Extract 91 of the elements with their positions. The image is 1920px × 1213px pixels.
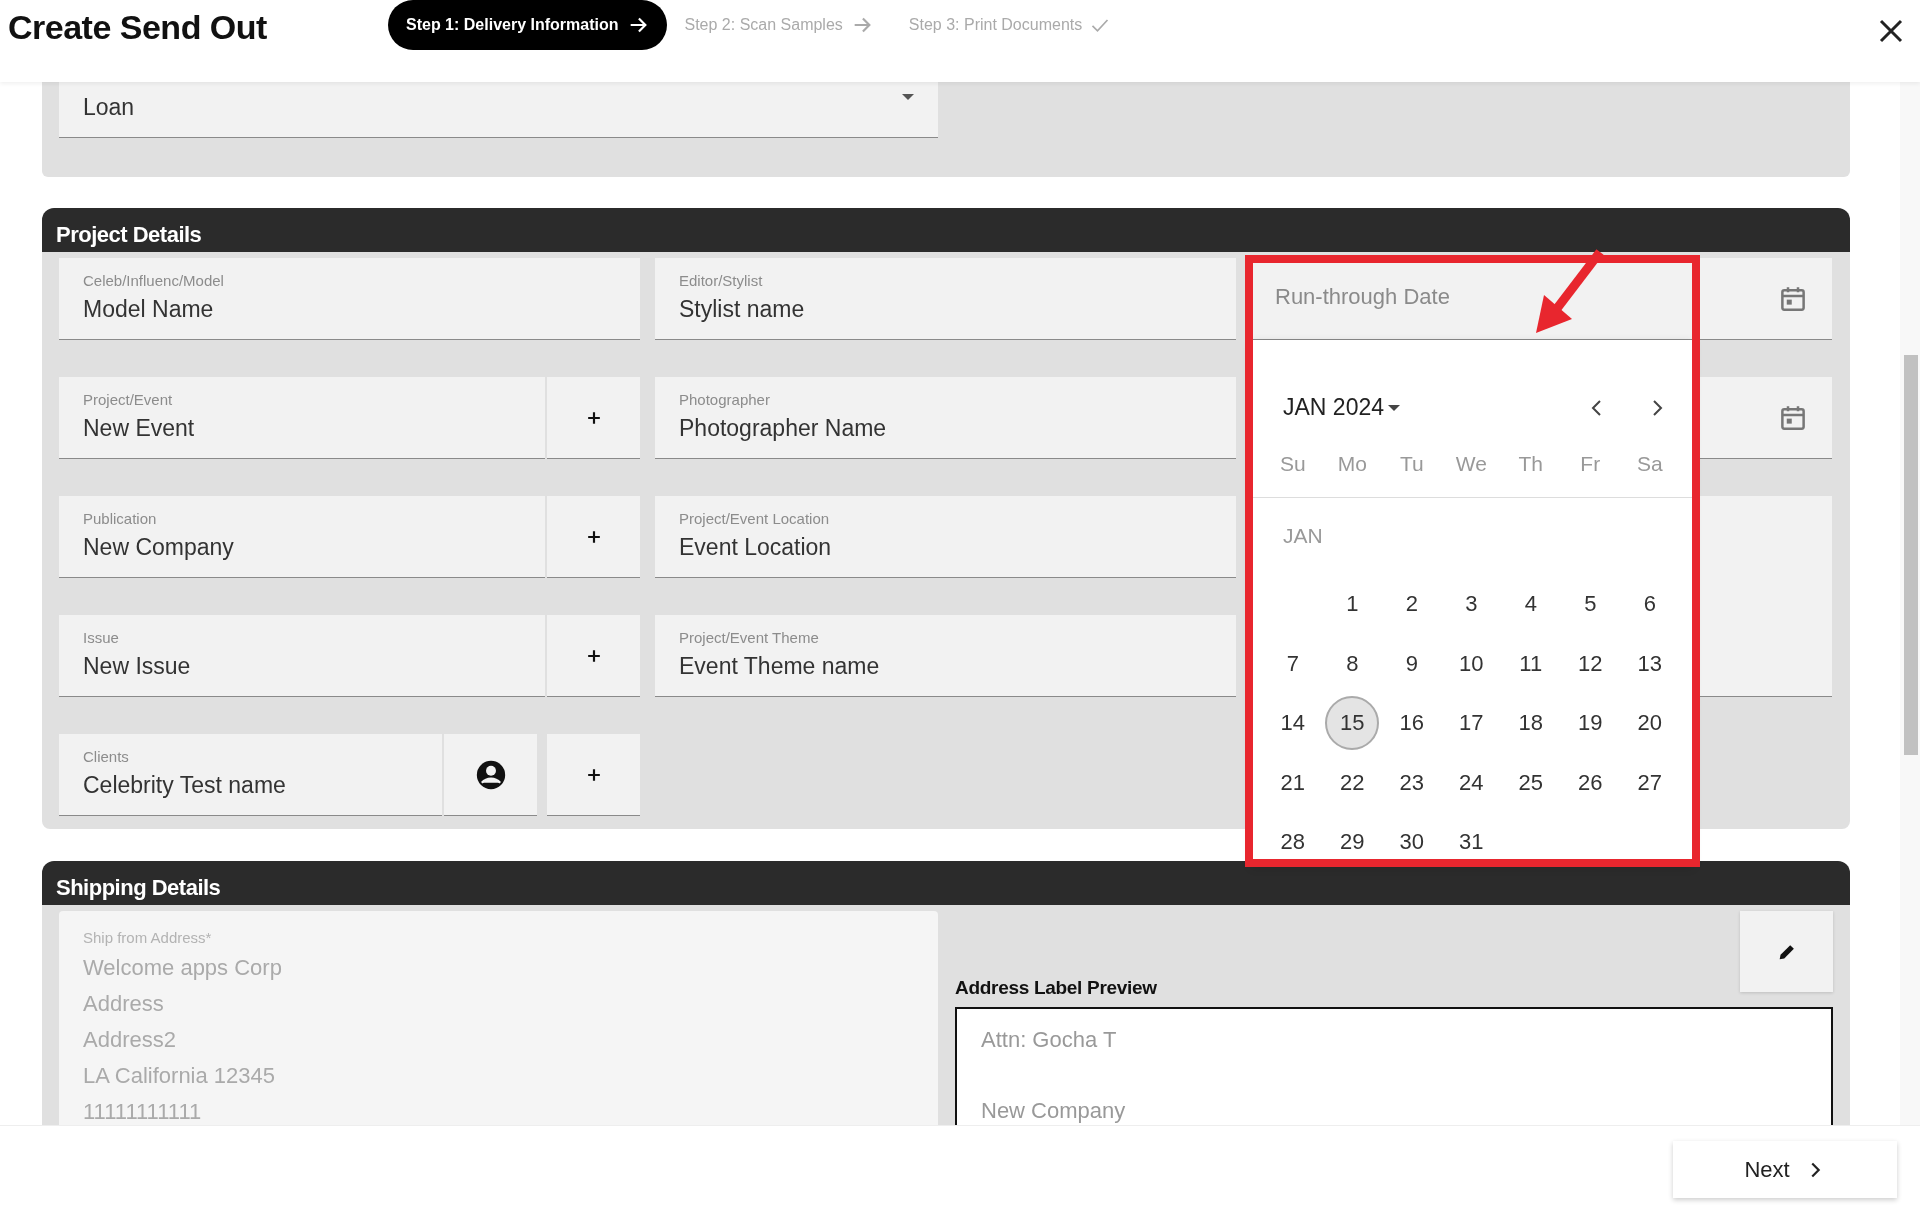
calendar-day[interactable]: 5 xyxy=(1563,576,1618,631)
caret-icon xyxy=(1388,404,1400,411)
field-label: Publication xyxy=(83,510,158,528)
field-value: Photographer Name xyxy=(679,414,888,443)
address-line: Welcome apps Corp xyxy=(83,953,283,982)
input-field[interactable]: Project/Event Location Event Location xyxy=(655,496,1236,578)
field-value: New Issue xyxy=(83,652,192,681)
edit-button[interactable] xyxy=(1740,911,1833,992)
add-button[interactable] xyxy=(547,734,640,816)
field-label: Clients xyxy=(83,748,130,766)
calendar-day[interactable]: 26 xyxy=(1563,755,1618,810)
field-label: Project/Event Theme xyxy=(679,629,820,647)
page-title: Create Send Out xyxy=(8,7,268,48)
field-label: Project/Event xyxy=(83,391,174,409)
calendar-day[interactable]: 6 xyxy=(1622,576,1677,631)
calendar-day[interactable]: 15 xyxy=(1325,695,1380,750)
calendar-day[interactable]: 24 xyxy=(1444,755,1499,810)
weekday-label: Mo xyxy=(1336,450,1368,477)
calendar-day[interactable]: 19 xyxy=(1563,695,1618,750)
calendar-day[interactable]: 25 xyxy=(1503,755,1558,810)
weekday-label: Sa xyxy=(1635,450,1664,477)
calendar-day[interactable]: 27 xyxy=(1622,755,1677,810)
field-value: Loan xyxy=(83,93,136,122)
input-field[interactable]: Loan xyxy=(59,82,938,138)
add-button[interactable] xyxy=(547,377,640,459)
weekday-label: Su xyxy=(1278,450,1307,477)
step-tab[interactable]: Step 1: Delivery Information xyxy=(388,0,667,50)
calendar-day[interactable]: 2 xyxy=(1384,576,1439,631)
preview-line: Attn: Gocha T xyxy=(981,1025,1118,1054)
field-placeholder: Run-through Date xyxy=(1275,283,1451,311)
calendar-day[interactable]: 22 xyxy=(1325,755,1380,810)
calendar-day[interactable]: 11 xyxy=(1503,636,1558,691)
scrollbar-thumb[interactable] xyxy=(1904,355,1918,755)
input-field[interactable]: Editor/Stylist Stylist name xyxy=(655,258,1236,340)
add-button[interactable] xyxy=(547,615,640,697)
calendar-day[interactable]: 20 xyxy=(1622,695,1677,750)
field-value: Stylist name xyxy=(679,295,806,324)
weekday-label: We xyxy=(1454,450,1488,477)
person-button[interactable] xyxy=(444,734,537,816)
input-field[interactable]: Photographer Photographer Name xyxy=(655,377,1236,459)
input-field[interactable]: Project/Event New Event xyxy=(59,377,545,459)
field-label: Issue xyxy=(83,629,120,647)
input-field[interactable]: Issue New Issue xyxy=(59,615,545,697)
preview-line: New Company xyxy=(981,1096,1127,1125)
calendar-day[interactable]: 23 xyxy=(1384,755,1439,810)
caret-icon xyxy=(902,94,914,100)
address-line: LA California 12345 xyxy=(83,1061,277,1090)
address-line: 11111111111 xyxy=(83,1097,203,1125)
calendar-day[interactable]: 14 xyxy=(1265,695,1320,750)
calendar-day[interactable]: 18 xyxy=(1503,695,1558,750)
calendar-icon xyxy=(1778,403,1808,433)
input-field[interactable]: Celeb/Influenc/Model Model Name xyxy=(59,258,640,340)
calendar-day[interactable]: 10 xyxy=(1444,636,1499,691)
section-header: Project Details xyxy=(42,208,1850,252)
month-dropdown[interactable]: JAN 2024 xyxy=(1283,390,1400,425)
field-label: Celeb/Influenc/Model xyxy=(83,272,225,290)
address-line: Address xyxy=(83,989,165,1018)
calendar-day[interactable]: 9 xyxy=(1384,636,1439,691)
next-button[interactable]: Next xyxy=(1673,1141,1897,1198)
calendar-day[interactable]: 3 xyxy=(1444,576,1499,631)
preview-title: Address Label Preview xyxy=(955,976,1158,1000)
input-field[interactable]: Clients Celebrity Test name xyxy=(59,734,442,816)
month-label: JAN xyxy=(1282,523,1324,549)
field-label: Project/Event Location xyxy=(679,510,831,528)
field-value: New Event xyxy=(83,414,196,443)
field-value: New Company xyxy=(83,533,235,562)
field-label: Photographer xyxy=(679,391,771,409)
calendar-day[interactable]: 21 xyxy=(1265,755,1320,810)
address-line: Address2 xyxy=(83,1025,177,1054)
calendar-day[interactable]: 7 xyxy=(1265,636,1320,691)
calendar-icon xyxy=(1778,284,1808,314)
weekday-label: Fr xyxy=(1579,450,1602,477)
calendar-day[interactable]: 17 xyxy=(1444,695,1499,750)
add-button[interactable] xyxy=(547,496,640,578)
calendar-day[interactable]: 13 xyxy=(1622,636,1677,691)
calendar-day[interactable]: 1 xyxy=(1325,576,1380,631)
calendar-day[interactable]: 16 xyxy=(1384,695,1439,750)
section-header: Shipping Details xyxy=(42,861,1850,905)
field-value: Celebrity Test name xyxy=(83,771,287,800)
input-field[interactable]: Project/Event Theme Event Theme name xyxy=(655,615,1236,697)
field-value: Model Name xyxy=(83,295,215,324)
field-label: Ship from Address* xyxy=(83,928,213,948)
field-label: Editor/Stylist xyxy=(679,272,764,290)
weekday-label: Tu xyxy=(1398,450,1425,477)
input-field[interactable]: Publication New Company xyxy=(59,496,545,578)
weekday-label: Th xyxy=(1517,450,1544,477)
calendar-day[interactable]: 12 xyxy=(1563,636,1618,691)
calendar-day[interactable]: 4 xyxy=(1503,576,1558,631)
calendar-day[interactable]: 8 xyxy=(1325,636,1380,691)
field-value: Event Location xyxy=(679,533,833,562)
field-value: Event Theme name xyxy=(679,652,881,681)
